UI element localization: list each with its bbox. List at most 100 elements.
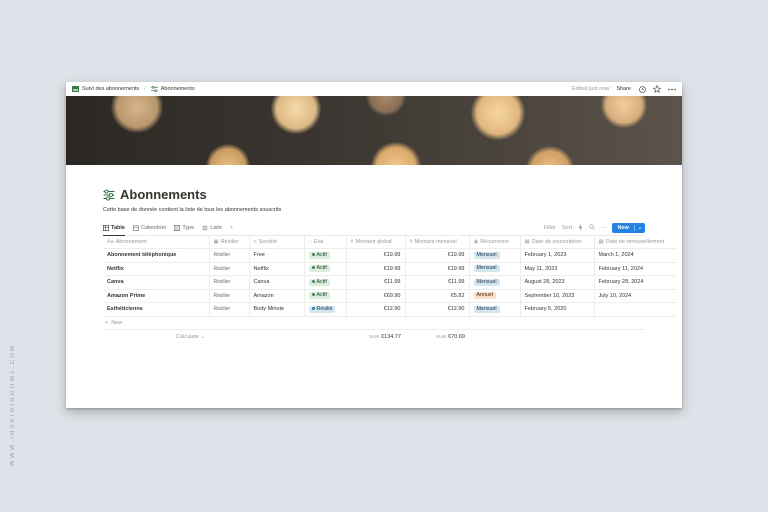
cell-societe[interactable]: Amazon <box>249 289 305 303</box>
sum-mensuel[interactable]: SUM €70.69 <box>405 334 469 340</box>
recurrence-badge: Annuel <box>473 292 496 300</box>
cell-societe[interactable]: Netflix <box>249 262 305 276</box>
cell-etat[interactable]: Résilié <box>304 302 347 317</box>
sliders-icon[interactable] <box>103 188 115 201</box>
cell-societe[interactable]: Canva <box>249 275 305 290</box>
cell-global[interactable]: €69.90 <box>346 289 406 303</box>
cell-recurrence[interactable]: Mensuel <box>469 275 521 290</box>
resilier-button[interactable]: Résilier <box>209 262 250 276</box>
new-button[interactable]: New ⌄ <box>612 223 645 233</box>
cell-etat[interactable]: Actif <box>304 262 347 276</box>
cell-renouvellement[interactable]: July 10, 2024 <box>594 289 677 303</box>
resilier-button[interactable]: Résilier <box>209 248 250 263</box>
clock-icon[interactable] <box>638 85 646 93</box>
tab-type[interactable]: Type <box>174 221 194 235</box>
view-bar: Table Calendrier Type Liste + Filter Sor… <box>103 221 645 236</box>
cell-societe[interactable]: Free <box>249 248 305 263</box>
status-badge: Actif <box>308 278 330 286</box>
cell-abonnement[interactable]: Netflix <box>103 262 210 276</box>
cell-etat[interactable]: Actif <box>304 275 347 290</box>
cell-abonnement[interactable]: Abonnement téléphonique <box>103 248 210 263</box>
status-badge: Actif <box>308 265 330 273</box>
cell-abonnement[interactable]: Canva <box>103 275 210 290</box>
lightning-icon[interactable] <box>578 223 583 233</box>
cell-renouvellement[interactable]: February 28, 2024 <box>594 275 677 290</box>
cell-mensuel[interactable]: €12.90 <box>405 302 470 317</box>
status-badge: Actif <box>308 251 330 259</box>
tab-liste[interactable]: Liste <box>202 221 222 235</box>
table-row[interactable]: Amazon Prime Résilier Amazon Actif €69.9… <box>103 289 677 303</box>
breadcrumb-parent[interactable]: Suivi des abonnements <box>82 86 139 92</box>
cell-renouvellement[interactable]: February 11, 2024 <box>594 262 677 276</box>
sum-global[interactable]: SUM €134.77 <box>346 334 405 340</box>
recurrence-badge: Mensuel <box>473 305 500 313</box>
page-description[interactable]: Cette base de donnée contient la liste d… <box>103 207 645 213</box>
breadcrumb-separator: / <box>144 86 146 92</box>
cell-recurrence[interactable]: Mensuel <box>469 262 521 276</box>
cell-societe[interactable]: Body Minute <box>249 302 305 317</box>
column-header[interactable]: ≡ Société <box>249 236 305 249</box>
topbar-actions: Edited just now Share <box>572 85 676 93</box>
page-title[interactable]: Abonnements <box>120 187 207 202</box>
cell-mensuel[interactable]: €19.99 <box>405 248 470 263</box>
cell-mensuel[interactable]: €11.99 <box>405 275 470 290</box>
add-view-button[interactable]: + <box>230 225 233 231</box>
column-header[interactable]: ▦ Date de renouvellement <box>594 236 677 249</box>
table-row[interactable]: Netflix Résilier Netflix Actif €19.99 €1… <box>103 262 677 276</box>
status-icon: ◌ <box>308 239 312 245</box>
cell-mensuel[interactable]: €5.82 <box>405 289 470 303</box>
column-header[interactable]: ▦ Date de souscription <box>520 236 595 249</box>
column-header[interactable]: # Montant global <box>346 236 406 249</box>
cell-mensuel[interactable]: €19.99 <box>405 262 470 276</box>
cell-souscription[interactable]: August 28, 2023 <box>520 275 595 290</box>
column-header[interactable]: ◌ Etat <box>304 236 347 249</box>
search-icon[interactable] <box>589 224 595 232</box>
tab-calendrier[interactable]: Calendrier <box>132 221 166 235</box>
calculate-button[interactable]: Calculate ⌄ <box>103 334 209 340</box>
table-row[interactable]: Esthéticienne Résilier Body Minute Résil… <box>103 302 677 317</box>
add-row-button[interactable]: + New <box>103 317 645 330</box>
recurrence-badge: Mensuel <box>473 278 500 286</box>
resilier-button[interactable]: Résilier <box>209 289 250 303</box>
cell-renouvellement[interactable] <box>594 302 677 317</box>
cell-recurrence[interactable]: Mensuel <box>469 302 521 317</box>
tab-table[interactable]: Table <box>103 221 125 236</box>
share-button[interactable]: Share <box>616 86 631 92</box>
more-options-button[interactable]: ··· <box>601 225 607 231</box>
cell-global[interactable]: €19.99 <box>346 248 406 263</box>
select-icon: ◉ <box>473 239 479 245</box>
cover-image <box>66 96 682 165</box>
resilier-button[interactable]: Résilier <box>209 275 250 290</box>
workspace-icon <box>72 86 79 92</box>
cell-renouvellement[interactable]: March 1, 2024 <box>594 248 677 263</box>
cell-global[interactable]: €11.99 <box>346 275 406 290</box>
filter-button[interactable]: Filter <box>544 225 556 231</box>
cell-recurrence[interactable]: Annuel <box>469 289 521 303</box>
cell-global[interactable]: €19.99 <box>346 262 406 276</box>
cell-souscription[interactable]: February 5, 2020 <box>520 302 595 317</box>
resilier-button[interactable]: Résilier <box>209 302 250 317</box>
list-icon <box>202 225 208 231</box>
cell-abonnement[interactable]: Amazon Prime <box>103 289 210 303</box>
table-row[interactable]: Canva Résilier Canva Actif €11.99 €11.99… <box>103 275 677 290</box>
cell-souscription[interactable]: September 10, 2023 <box>520 289 595 303</box>
button-icon: ▣ <box>213 239 219 245</box>
breadcrumb-current[interactable]: Abonnements <box>161 86 195 92</box>
cell-abonnement[interactable]: Esthéticienne <box>103 302 210 317</box>
more-icon[interactable] <box>668 85 676 93</box>
cell-souscription[interactable]: May 11, 2023 <box>520 262 595 276</box>
column-header[interactable]: ▣ Résilier <box>209 236 250 249</box>
breadcrumb: Suivi des abonnements / Abonnements <box>72 86 572 92</box>
cell-souscription[interactable]: February 1, 2023 <box>520 248 595 263</box>
cell-etat[interactable]: Actif <box>304 248 347 263</box>
cell-etat[interactable]: Actif <box>304 289 347 303</box>
star-icon[interactable] <box>653 85 661 93</box>
chevron-down-icon[interactable]: ⌄ <box>633 225 645 231</box>
sort-button[interactable]: Sort <box>562 225 572 231</box>
column-header[interactable]: # Montant mensuel <box>405 236 470 249</box>
table-row[interactable]: Abonnement téléphonique Résilier Free Ac… <box>103 248 677 263</box>
column-header[interactable]: Aa Abonnement <box>103 236 210 249</box>
cell-recurrence[interactable]: Mensuel <box>469 248 521 263</box>
column-header[interactable]: ◉ Récurrence <box>469 236 521 249</box>
cell-global[interactable]: €12.90 <box>346 302 406 317</box>
